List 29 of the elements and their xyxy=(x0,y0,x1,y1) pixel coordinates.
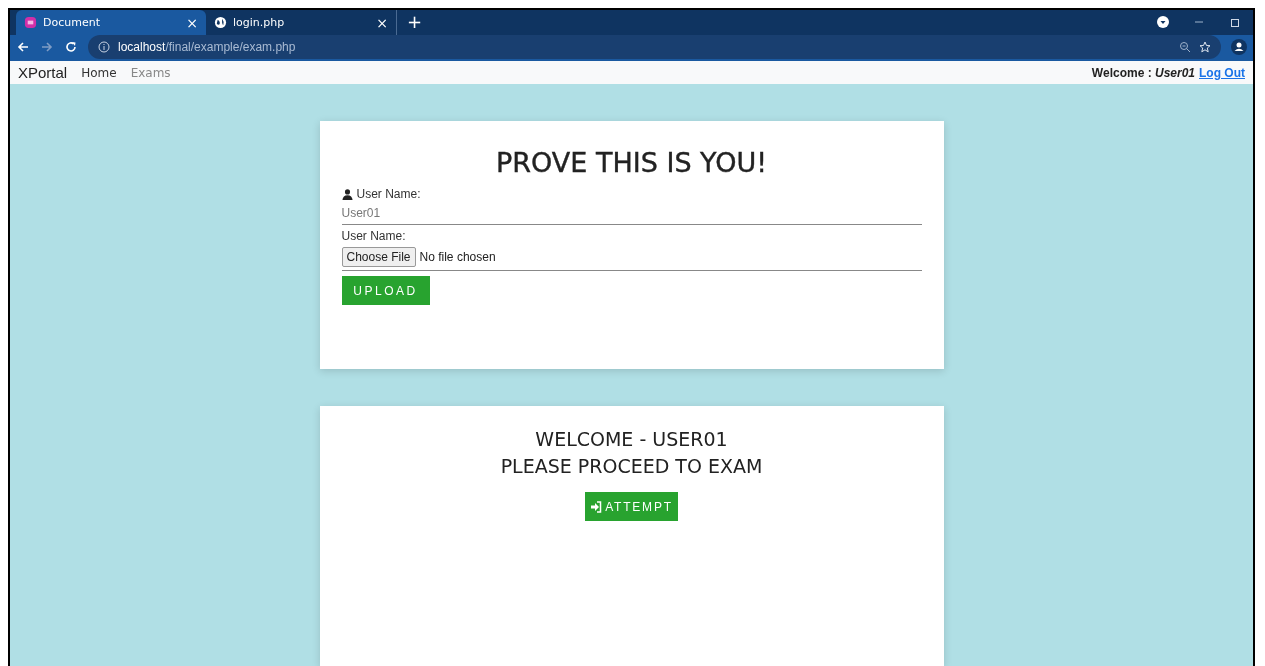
brand-link[interactable]: XPortal xyxy=(18,64,68,81)
logout-link[interactable]: Log Out xyxy=(1199,65,1245,80)
welcome-heading: WELCOME - USER01 xyxy=(535,427,728,452)
profile-icon[interactable] xyxy=(1231,39,1247,55)
username-field[interactable]: User01 xyxy=(341,202,922,225)
address-field[interactable]: localhost/final/example/exam.php xyxy=(88,35,1221,59)
field-label: User Name: xyxy=(341,229,406,243)
file-status-text: No file chosen xyxy=(419,250,496,264)
back-icon[interactable] xyxy=(16,40,30,54)
card-title: PROVE THIS IS YOU! xyxy=(495,147,768,178)
restore-icon[interactable] xyxy=(1229,16,1241,28)
reload-icon[interactable] xyxy=(64,40,78,54)
welcome-text: Welcome : User01 xyxy=(1091,65,1195,80)
close-tab-button[interactable]: × xyxy=(186,14,198,31)
nav-link[interactable]: Home xyxy=(81,65,117,80)
sign-in-icon xyxy=(590,500,603,513)
forward-icon[interactable] xyxy=(40,40,54,54)
app-icon xyxy=(24,16,37,29)
browser-tab[interactable]: login.php × xyxy=(206,10,396,35)
star-icon[interactable] xyxy=(1199,41,1211,53)
browser-tab[interactable]: Document × xyxy=(16,10,206,35)
choose-file-button[interactable]: Choose File xyxy=(341,247,416,267)
close-tab-button[interactable]: × xyxy=(376,14,388,31)
dropdown-icon[interactable] xyxy=(1157,16,1169,28)
user-icon xyxy=(341,188,353,200)
info-icon xyxy=(98,41,110,53)
zoom-out-icon[interactable] xyxy=(1179,41,1191,53)
field-label: User Name: xyxy=(356,187,421,201)
instruction-heading: PLEASE PROCEED TO EXAM xyxy=(500,454,763,479)
